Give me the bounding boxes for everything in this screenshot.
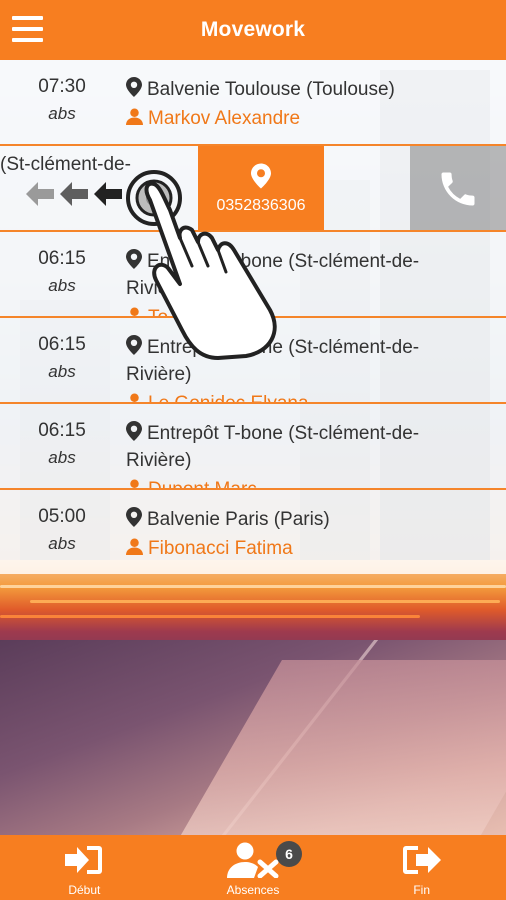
list-item[interactable]: 05:00 abs Balvenie Paris (Paris) Fibonac… — [0, 490, 506, 574]
arrow-left-icon — [26, 182, 54, 206]
item-time: 05:00 — [38, 506, 86, 527]
sign-in-icon — [65, 846, 103, 874]
app-header: Movework — [0, 0, 506, 60]
user-absent-icon — [227, 842, 279, 878]
item-place-partial: (St-clément-de- — [0, 154, 131, 175]
item-status: abs — [48, 104, 76, 123]
user-icon — [126, 108, 143, 125]
tab-label: Absences — [226, 883, 280, 897]
map-pin-icon — [126, 507, 142, 527]
page-title: Movework — [200, 18, 306, 41]
place-label: Entrepôt T-bone (St-clément-de-Rivière) — [126, 423, 420, 471]
item-place: Balvenie Toulouse (Toulouse) — [126, 76, 476, 103]
item-time: 06:15 — [38, 420, 86, 441]
call-action-button[interactable] — [410, 146, 506, 230]
user-icon — [130, 479, 139, 488]
user-icon — [130, 393, 139, 402]
swipe-arrows — [26, 182, 122, 206]
sign-out-icon — [402, 846, 441, 874]
tab-absences[interactable]: Absences — [169, 835, 338, 900]
arrow-left-icon — [60, 182, 88, 206]
person-label: Markov Alexandre — [148, 108, 301, 129]
item-person: Le Gonidec Elyana — [126, 393, 309, 404]
person-label: Dupont Marc — [148, 479, 257, 490]
absences-count-badge: 6 — [276, 841, 302, 867]
person-label: Le Gonidec Elyana — [148, 393, 309, 404]
list-item[interactable]: 07:30 abs Balvenie Toulouse (Toulouse) M… — [0, 60, 506, 146]
item-status: abs — [48, 448, 76, 467]
user-icon — [126, 538, 143, 555]
tab-label: Début — [68, 883, 101, 897]
item-person: Dupont Marc — [126, 479, 257, 490]
item-time: 06:15 — [38, 248, 86, 269]
place-label: Balvenie Toulouse (Toulouse) — [147, 79, 395, 100]
person-label: Fibonacci Fatima — [148, 538, 293, 559]
item-status: abs — [48, 362, 76, 381]
item-person: Markov Alexandre — [126, 108, 300, 130]
phone-icon — [441, 172, 475, 206]
list-item[interactable]: 06:15 abs Entrepôt T-bone (St-clément-de… — [0, 404, 506, 490]
item-place: Entrepôt T-bone (St-clément-de-Rivière) — [126, 420, 476, 474]
item-status: abs — [48, 276, 76, 295]
tab-debut[interactable]: Début — [0, 835, 169, 900]
tab-label: Fin — [413, 883, 431, 897]
item-time: 06:15 — [38, 334, 86, 355]
hamburger-icon[interactable] — [12, 16, 43, 42]
item-time: 07:30 — [38, 76, 86, 97]
arrow-left-icon — [94, 182, 122, 206]
map-pin-icon — [126, 421, 142, 441]
item-status: abs — [48, 534, 76, 553]
place-label: Balvenie Paris (Paris) — [147, 509, 330, 530]
map-pin-icon — [126, 77, 142, 97]
item-person: Fibonacci Fatima — [126, 538, 293, 560]
swipe-hand-icon — [126, 170, 277, 360]
bottom-tab-bar: Début Absences Fin — [0, 835, 506, 900]
tab-fin[interactable]: Fin — [337, 835, 506, 900]
item-place: Balvenie Paris (Paris) — [126, 506, 476, 533]
